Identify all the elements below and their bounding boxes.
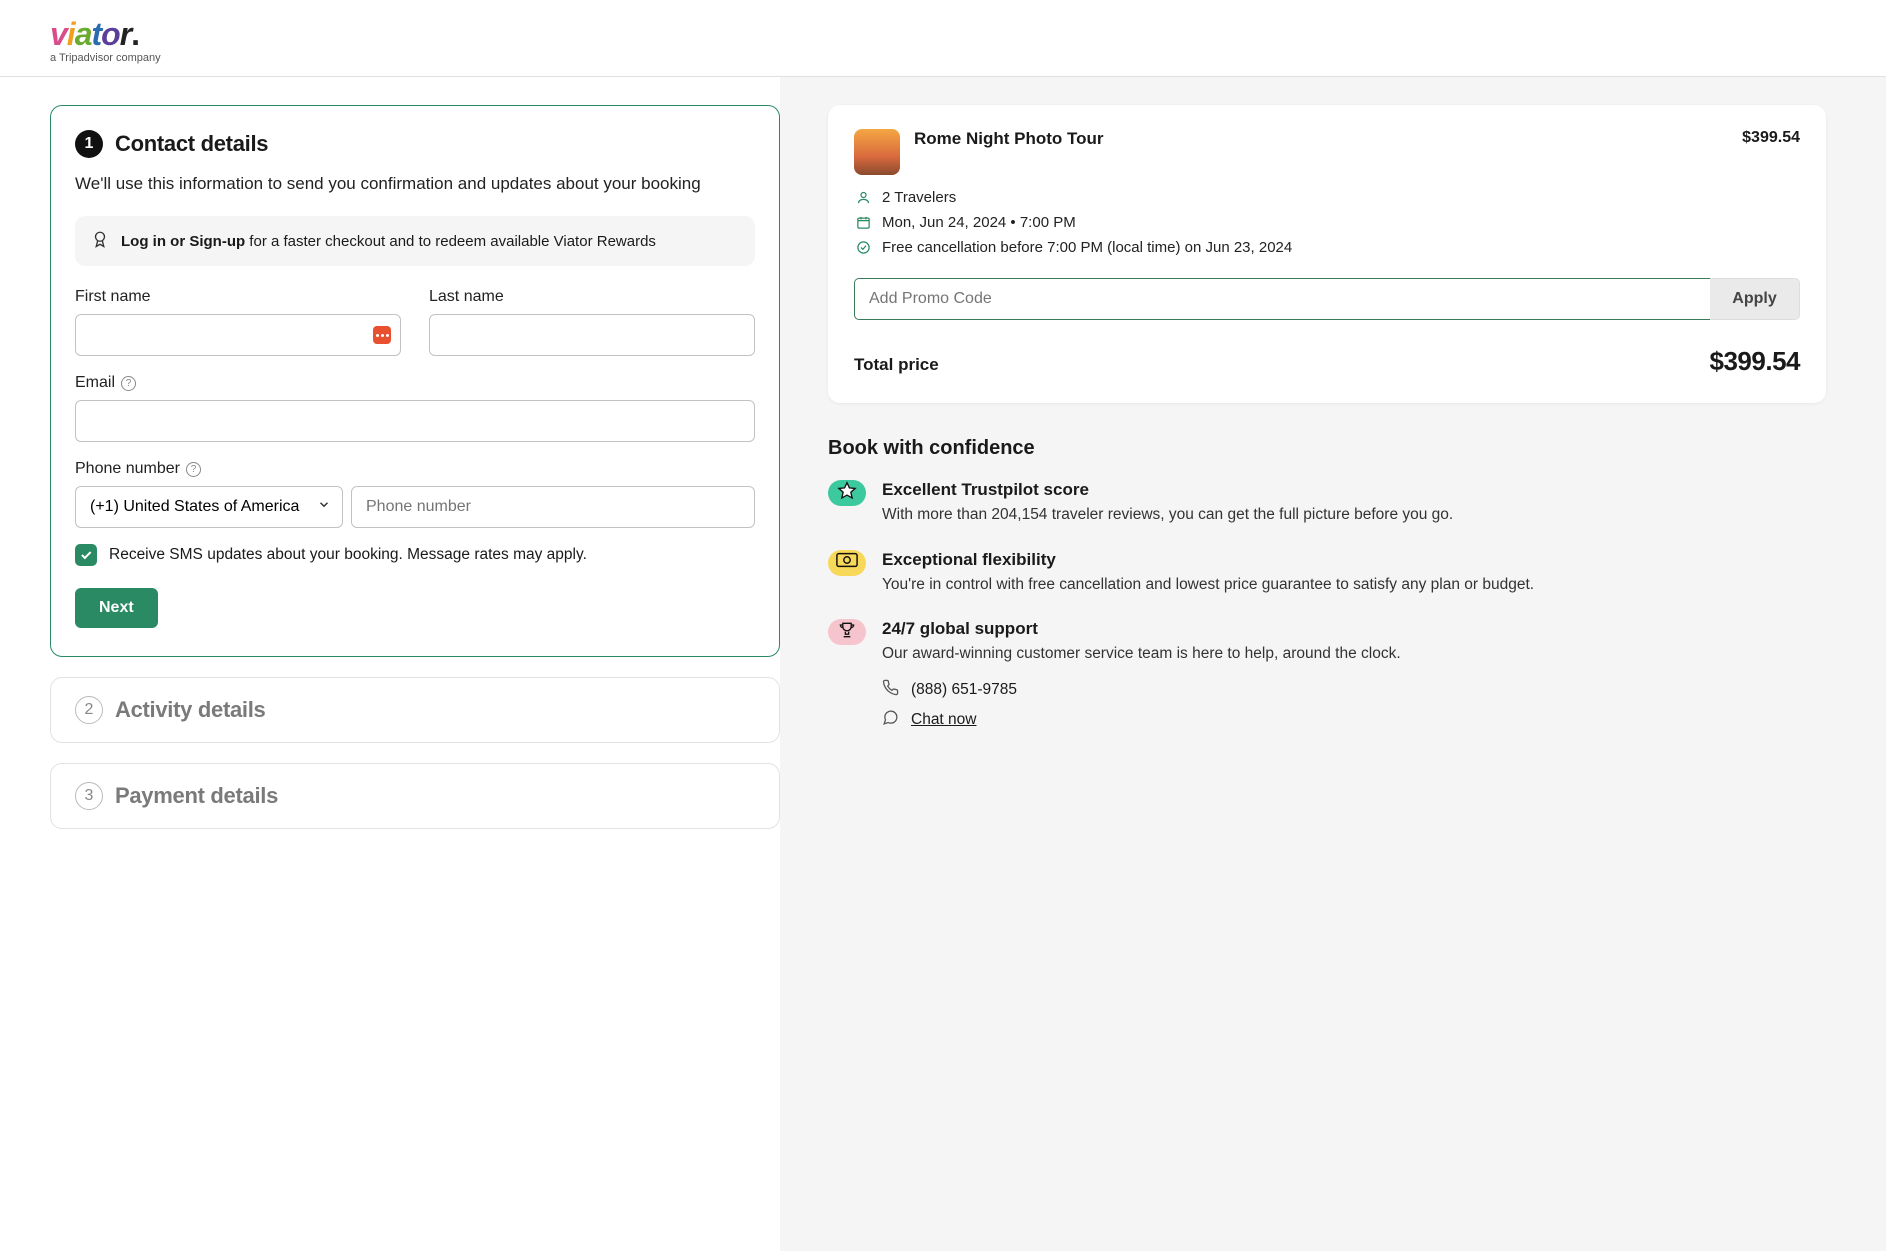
check-circle-icon (854, 240, 872, 255)
logo-tagline: a Tripadvisor company (50, 52, 161, 64)
datetime-text: Mon, Jun 24, 2024 • 7:00 PM (882, 214, 1076, 231)
confidence-trustpilot-text: With more than 204,154 traveler reviews,… (882, 504, 1453, 526)
support-chat-row[interactable]: Chat now (882, 709, 1826, 731)
payment-details-panel: 3 Payment details (50, 763, 780, 829)
confidence-flex-text: You're in control with free cancellation… (882, 574, 1534, 596)
sms-optin-label: Receive SMS updates about your booking. … (109, 546, 587, 564)
site-header: viator. a Tripadvisor company (0, 0, 1886, 77)
apply-promo-button[interactable]: Apply (1710, 278, 1800, 320)
trophy-icon (837, 620, 857, 645)
contact-description: We'll use this information to send you c… (75, 174, 755, 194)
star-icon (837, 481, 857, 506)
order-summary-card: Rome Night Photo Tour $399.54 2 Traveler… (828, 105, 1826, 403)
calendar-icon (854, 215, 872, 230)
checkout-main: 1 Contact details We'll use this informa… (0, 77, 780, 1251)
chat-now-link[interactable]: Chat now (911, 711, 976, 729)
step-title-payment: Payment details (115, 783, 278, 809)
rewards-icon (91, 230, 109, 252)
first-name-input[interactable] (75, 314, 401, 356)
tour-line-price: $399.54 (1742, 129, 1800, 147)
travelers-text: 2 Travelers (882, 189, 956, 206)
logo-wordmark: viator. (50, 18, 161, 50)
logo[interactable]: viator. a Tripadvisor company (50, 18, 161, 64)
next-button[interactable]: Next (75, 588, 158, 628)
total-price-value: $399.54 (1710, 346, 1800, 377)
phone-label: Phone number ? (75, 460, 755, 478)
step-number-3: 3 (75, 782, 103, 810)
tour-thumbnail (854, 129, 900, 175)
phone-input[interactable] (351, 486, 755, 528)
email-input[interactable] (75, 400, 755, 442)
first-name-label: First name (75, 288, 401, 306)
step-title-activity: Activity details (115, 697, 265, 723)
travelers-icon (854, 190, 872, 205)
confidence-item-trustpilot: Excellent Trustpilot score With more tha… (828, 480, 1826, 526)
autofill-badge-icon[interactable] (373, 326, 391, 344)
login-banner[interactable]: Log in or Sign-up for a faster checkout … (75, 216, 755, 266)
confidence-item-support: 24/7 global support Our award-winning cu… (828, 619, 1826, 665)
country-code-select[interactable]: (+1) United States of America (75, 486, 343, 528)
support-phone-number[interactable]: (888) 651-9785 (911, 681, 1017, 699)
support-phone-row: (888) 651-9785 (882, 679, 1826, 701)
sms-optin-checkbox[interactable] (75, 544, 97, 566)
step-number-2: 2 (75, 696, 103, 724)
confidence-trustpilot-title: Excellent Trustpilot score (882, 480, 1453, 500)
tour-title: Rome Night Photo Tour (914, 129, 1728, 149)
confidence-item-flexibility: Exceptional flexibility You're in contro… (828, 550, 1826, 596)
promo-code-input[interactable] (854, 278, 1710, 320)
contact-details-panel: 1 Contact details We'll use this informa… (50, 105, 780, 657)
confidence-support-text: Our award-winning customer service team … (882, 643, 1401, 665)
confidence-heading: Book with confidence (828, 437, 1826, 460)
help-icon[interactable]: ? (121, 376, 136, 391)
confidence-flex-title: Exceptional flexibility (882, 550, 1534, 570)
step-title-contact: Contact details (115, 131, 268, 157)
activity-details-panel: 2 Activity details (50, 677, 780, 743)
confidence-support-title: 24/7 global support (882, 619, 1401, 639)
total-price-label: Total price (854, 355, 939, 375)
last-name-input[interactable] (429, 314, 755, 356)
step-number-1: 1 (75, 130, 103, 158)
chat-icon (882, 709, 899, 731)
email-label: Email ? (75, 374, 755, 392)
cancellation-text: Free cancellation before 7:00 PM (local … (882, 239, 1292, 256)
money-icon (836, 552, 858, 573)
last-name-label: Last name (429, 288, 755, 306)
order-summary-column: Rome Night Photo Tour $399.54 2 Traveler… (780, 77, 1886, 1251)
login-banner-text: Log in or Sign-up for a faster checkout … (121, 233, 656, 250)
help-icon[interactable]: ? (186, 462, 201, 477)
phone-icon (882, 679, 899, 701)
